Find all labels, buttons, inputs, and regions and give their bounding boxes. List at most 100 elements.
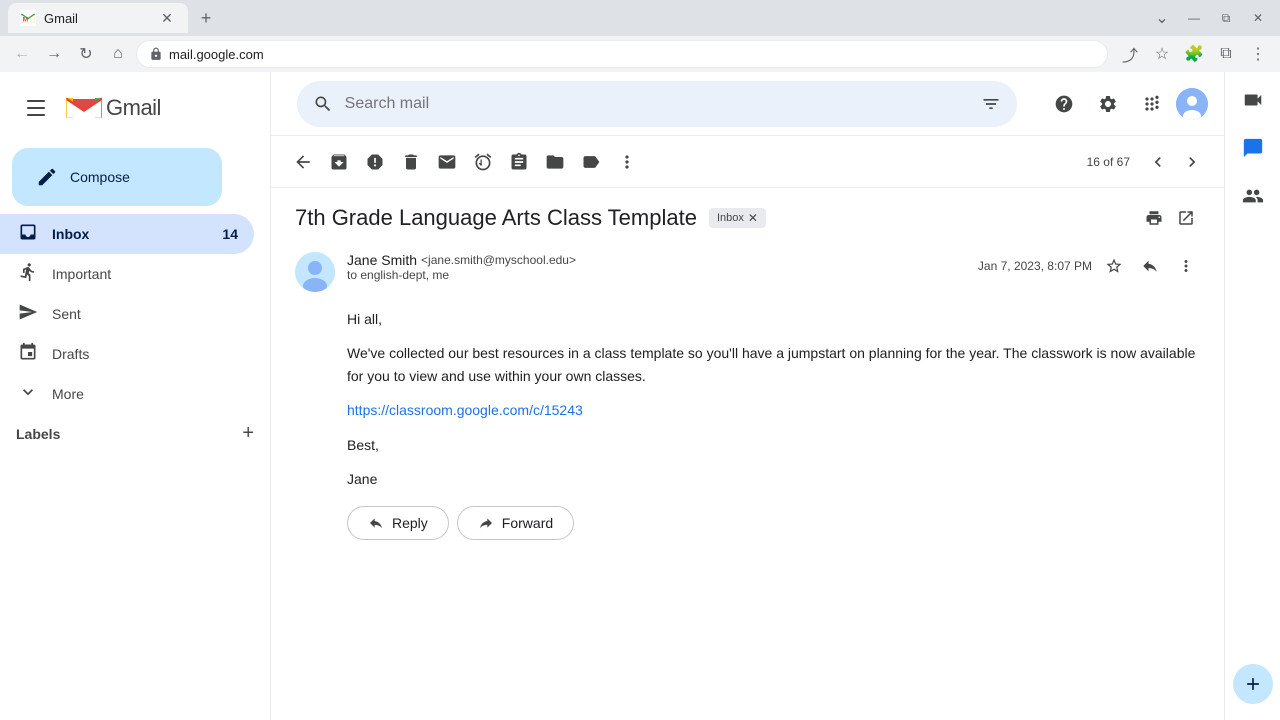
email-sign-off: Best, xyxy=(347,434,1200,456)
search-input[interactable] xyxy=(345,95,969,113)
report-spam-button[interactable] xyxy=(359,146,391,178)
email-message: Jane Smith <jane.smith@myschool.edu> to … xyxy=(295,252,1200,490)
email-body: Hi all, We've collected our best resourc… xyxy=(295,308,1200,490)
more-actions-button[interactable] xyxy=(611,146,643,178)
email-meta: Jan 7, 2023, 8:07 PM xyxy=(978,252,1200,280)
home-button[interactable]: ⌂ xyxy=(104,40,132,68)
chat-button[interactable] xyxy=(1233,128,1273,168)
help-button[interactable] xyxy=(1044,84,1084,124)
move-to-button[interactable] xyxy=(539,146,571,178)
sidebar-item-important-label: Important xyxy=(52,266,202,282)
email-link[interactable]: https://classroom.google.com/c/15243 xyxy=(347,402,583,418)
pagination-nav xyxy=(1142,146,1208,178)
sender-info: Jane Smith <jane.smith@myschool.edu> to … xyxy=(347,252,966,282)
snooze-button[interactable] xyxy=(467,146,499,178)
task-button[interactable] xyxy=(503,146,535,178)
star-button[interactable] xyxy=(1100,252,1128,280)
minimize-button[interactable]: — xyxy=(1180,4,1208,32)
label-button[interactable] xyxy=(575,146,607,178)
reply-icon xyxy=(368,515,384,531)
drafts-icon xyxy=(16,342,40,367)
important-icon xyxy=(16,262,40,287)
print-button[interactable] xyxy=(1140,204,1168,232)
more-expand-icon xyxy=(16,382,40,407)
extensions-icon[interactable]: 🧩 xyxy=(1180,40,1208,68)
bookmark-icon[interactable]: ☆ xyxy=(1148,40,1176,68)
refresh-button[interactable]: ↻ xyxy=(72,40,100,68)
archive-button[interactable] xyxy=(323,146,355,178)
hamburger-menu-button[interactable] xyxy=(16,88,56,128)
sent-icon xyxy=(16,302,40,327)
sender-email: <jane.smith@myschool.edu> xyxy=(421,253,576,267)
prev-email-button[interactable] xyxy=(1142,146,1174,178)
more-email-options-button[interactable] xyxy=(1172,252,1200,280)
pagination-info: 16 of 67 xyxy=(1087,155,1130,169)
sidebar-item-important[interactable]: Important xyxy=(0,254,254,294)
sidebar-item-drafts[interactable]: Drafts xyxy=(0,334,254,374)
search-filter-icon[interactable] xyxy=(981,94,1001,114)
new-tab-button[interactable]: + xyxy=(192,4,220,32)
user-avatar[interactable] xyxy=(1176,88,1208,120)
browser-menu-icon[interactable]: ⋮ xyxy=(1244,40,1272,68)
close-window-button[interactable]: ✕ xyxy=(1244,4,1272,32)
inbox-badge-count: 14 xyxy=(214,226,238,242)
email-thread: 7th Grade Language Arts Class Template I… xyxy=(271,188,1224,720)
inbox-badge-text: Inbox xyxy=(717,212,744,224)
url-text: mail.google.com xyxy=(169,47,264,62)
gmail-logo-text: Gmail xyxy=(106,95,161,121)
share-icon[interactable]: ⤴ xyxy=(1116,40,1144,68)
sidebar-item-more[interactable]: More xyxy=(0,374,254,414)
email-subject: 7th Grade Language Arts Class Template xyxy=(295,205,697,231)
email-subject-row: 7th Grade Language Arts Class Template I… xyxy=(295,204,1200,232)
labels-add-button[interactable]: + xyxy=(242,422,254,445)
forward-label: Forward xyxy=(502,515,553,531)
address-bar[interactable]: mail.google.com xyxy=(136,40,1108,68)
new-chat-fab[interactable] xyxy=(1233,664,1273,704)
svg-text:M: M xyxy=(23,16,29,23)
sidebar-toggle-icon[interactable]: ⧉ xyxy=(1212,40,1240,68)
next-email-button[interactable] xyxy=(1176,146,1208,178)
search-bar[interactable] xyxy=(297,81,1017,127)
sidebar-item-sent[interactable]: Sent xyxy=(0,294,254,334)
sidebar: Gmail Compose Inbox 14 Important xyxy=(0,72,270,720)
compose-button[interactable]: Compose xyxy=(12,148,222,206)
inbox-badge-remove-button[interactable]: ✕ xyxy=(748,211,758,225)
restore-button[interactable]: ⧉ xyxy=(1212,4,1240,32)
gmail-top-bar xyxy=(271,72,1224,136)
reply-button[interactable]: Reply xyxy=(347,506,449,540)
forward-button[interactable]: Forward xyxy=(457,506,574,540)
back-button[interactable]: ← xyxy=(8,40,36,68)
forward-icon xyxy=(478,515,494,531)
gmail-logo-icon xyxy=(66,95,102,121)
active-tab[interactable]: M Gmail ✕ xyxy=(8,3,188,33)
sidebar-item-inbox[interactable]: Inbox 14 xyxy=(0,214,254,254)
sidebar-nav: Inbox 14 Important Sent xyxy=(0,214,270,414)
sidebar-item-drafts-label: Drafts xyxy=(52,346,202,362)
reply-label: Reply xyxy=(392,515,428,531)
right-panel xyxy=(1224,72,1280,720)
tab-dropdown-icon[interactable]: ⌄ xyxy=(1148,4,1176,32)
open-in-new-button[interactable] xyxy=(1172,204,1200,232)
reply-actions: Reply Forward xyxy=(295,506,1200,540)
spaces-button[interactable] xyxy=(1233,176,1273,216)
back-to-inbox-button[interactable] xyxy=(287,146,319,178)
delete-button[interactable] xyxy=(395,146,427,178)
email-date: Jan 7, 2023, 8:07 PM xyxy=(978,259,1092,273)
labels-section: Labels + xyxy=(0,414,270,453)
sidebar-item-inbox-label: Inbox xyxy=(52,226,202,242)
gmail-favicon-icon: M xyxy=(20,10,36,26)
tab-close-button[interactable]: ✕ xyxy=(158,9,176,27)
sidebar-item-more-label: More xyxy=(52,386,238,402)
forward-button[interactable]: → xyxy=(40,40,68,68)
email-greeting: Hi all, xyxy=(347,308,1200,330)
email-header: Jane Smith <jane.smith@myschool.edu> to … xyxy=(295,252,1200,292)
sidebar-item-sent-label: Sent xyxy=(52,306,202,322)
gmail-logo: Gmail xyxy=(66,95,161,121)
sender-name: Jane Smith xyxy=(347,252,417,268)
mark-unread-button[interactable] xyxy=(431,146,463,178)
meet-button[interactable] xyxy=(1233,80,1273,120)
settings-button[interactable] xyxy=(1088,84,1128,124)
compose-label: Compose xyxy=(70,169,130,185)
reply-button-header[interactable] xyxy=(1136,252,1164,280)
google-apps-button[interactable] xyxy=(1132,84,1172,124)
